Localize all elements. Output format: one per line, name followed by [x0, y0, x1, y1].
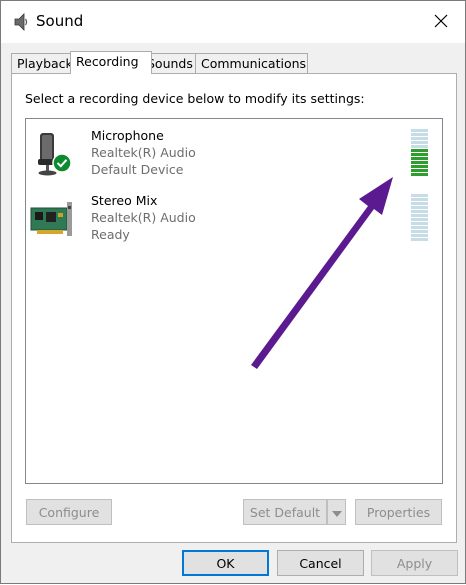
meter-segment [411, 198, 428, 201]
tab-label: Communications [201, 56, 307, 71]
meter-segment [411, 214, 428, 217]
sound-card-icon [30, 194, 74, 244]
meter-segment [411, 169, 428, 172]
tab-communications[interactable]: Communications [195, 53, 308, 73]
meter-segment [411, 149, 428, 152]
meter-segment [411, 129, 428, 132]
meter-segment [411, 218, 428, 221]
device-driver: Realtek(R) Audio [91, 145, 196, 160]
tab-recording[interactable]: Recording [70, 51, 152, 74]
instruction-text: Select a recording device below to modif… [25, 91, 365, 106]
recording-panel: Select a recording device below to modif… [11, 73, 457, 543]
speaker-icon [13, 13, 29, 31]
meter-segment [411, 153, 428, 156]
configure-button[interactable]: Configure [26, 499, 112, 525]
apply-button[interactable]: Apply [371, 550, 458, 576]
meter-segment [411, 165, 428, 168]
set-default-dropdown-button[interactable] [327, 499, 346, 525]
cancel-button[interactable]: Cancel [277, 550, 364, 576]
device-name: Stereo Mix [91, 193, 158, 208]
meter-segment [411, 230, 428, 233]
meter-segment [411, 234, 428, 237]
meter-segment [411, 206, 428, 209]
device-item-microphone[interactable]: Microphone Realtek(R) Audio Default Devi… [26, 123, 442, 185]
chevron-down-icon [331, 511, 342, 517]
device-list[interactable]: Microphone Realtek(R) Audio Default Devi… [25, 118, 443, 484]
close-icon [434, 14, 448, 28]
meter-segment [411, 145, 428, 148]
window-title: Sound [36, 12, 84, 30]
tab-label: Playback [17, 56, 73, 71]
meter-segment [411, 238, 428, 241]
device-name: Microphone [91, 128, 164, 143]
properties-button[interactable]: Properties [355, 499, 442, 525]
meter-segment [411, 137, 428, 140]
level-meter [411, 129, 428, 179]
check-icon [52, 153, 72, 173]
microphone-icon [30, 129, 74, 179]
device-status: Default Device [91, 162, 184, 177]
device-status: Ready [91, 227, 130, 242]
meter-segment [411, 202, 428, 205]
title-bar: Sound [1, 1, 465, 43]
meter-segment [411, 161, 428, 164]
meter-segment [411, 194, 428, 197]
tab-label: Recording [76, 54, 139, 69]
meter-segment [411, 133, 428, 136]
meter-segment [411, 173, 428, 176]
set-default-button[interactable]: Set Default [243, 499, 327, 525]
meter-segment [411, 157, 428, 160]
ok-button[interactable]: OK [182, 550, 269, 576]
level-meter [411, 194, 428, 244]
meter-segment [411, 141, 428, 144]
sound-dialog: Sound Playback Recording Sounds Communic… [0, 0, 466, 584]
device-item-stereo-mix[interactable]: Stereo Mix Realtek(R) Audio Ready [26, 188, 442, 250]
tab-label: Sounds [147, 56, 193, 71]
meter-segment [411, 226, 428, 229]
meter-segment [411, 210, 428, 213]
meter-segment [411, 222, 428, 225]
close-button[interactable] [425, 5, 459, 39]
device-driver: Realtek(R) Audio [91, 210, 196, 225]
